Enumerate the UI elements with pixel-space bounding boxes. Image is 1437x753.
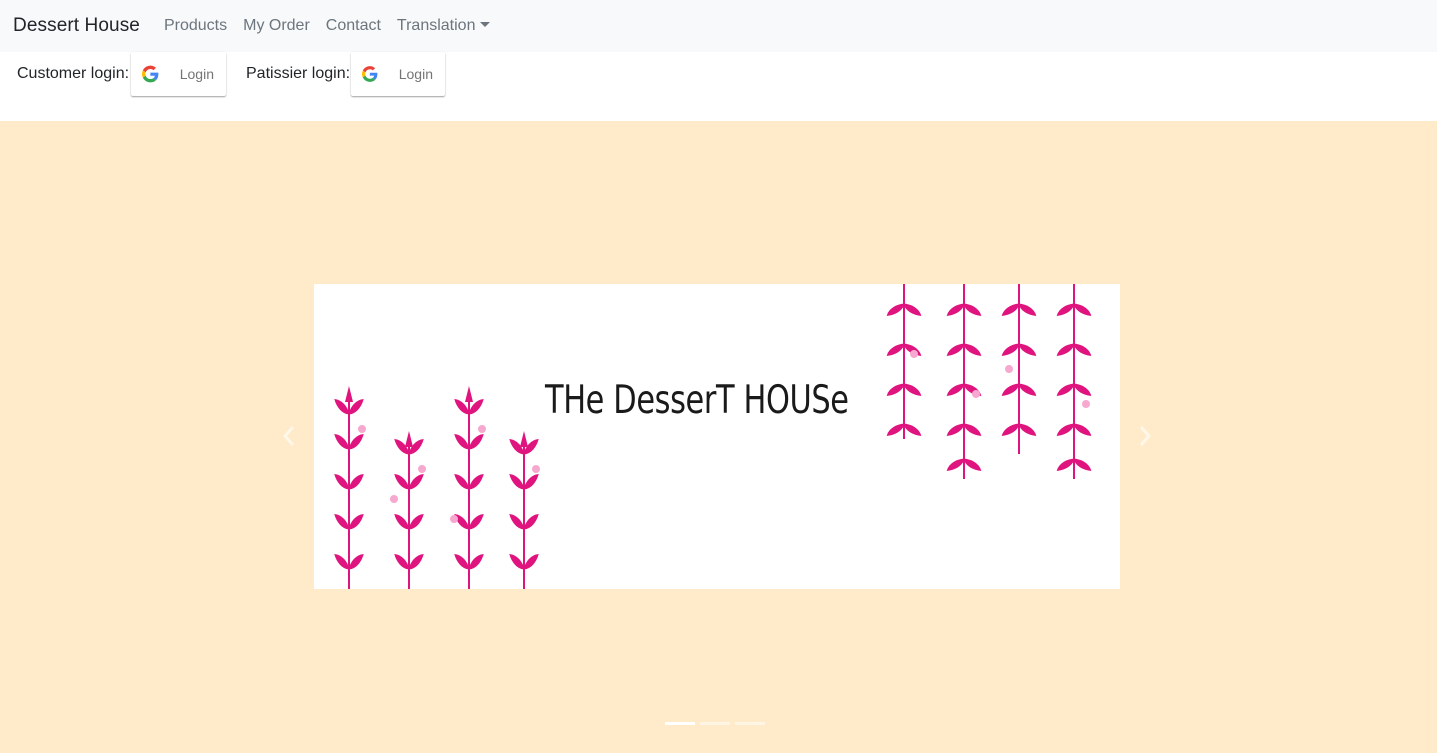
patissier-login-label: Patissier login: (246, 65, 351, 82)
chevron-right-icon (1139, 426, 1152, 446)
patissier-login-button-label: Login (398, 66, 433, 82)
carousel-indicators (665, 722, 765, 725)
carousel-indicator-1[interactable] (665, 722, 695, 725)
translation-dropdown[interactable]: Translation (397, 17, 491, 35)
customer-google-login-button[interactable]: Login (131, 52, 226, 96)
carousel-prev-button[interactable] (279, 421, 299, 451)
nav-link-contact[interactable]: Contact (326, 17, 381, 35)
google-icon (362, 66, 378, 82)
carousel-next-button[interactable] (1135, 421, 1155, 451)
navbar: Dessert House Products My Order Contact … (0, 0, 1437, 52)
chevron-left-icon (282, 426, 295, 446)
floral-decoration (331, 284, 1093, 589)
caret-down-icon (480, 22, 491, 27)
nav-link-products[interactable]: Products (164, 17, 227, 35)
carousel-slide-image: THe DesserT HOUSe (314, 284, 1120, 589)
customer-login-label: Customer login: (17, 65, 130, 82)
carousel-indicator-2[interactable] (700, 722, 730, 725)
carousel: THe DesserT HOUSe (0, 121, 1437, 753)
nav-link-my-order[interactable]: My Order (243, 17, 310, 35)
patissier-google-login-button[interactable]: Login (351, 52, 445, 96)
google-icon (142, 65, 159, 83)
brand-link[interactable]: Dessert House (13, 15, 140, 37)
slide-title: THe DesserT HOUSe (545, 378, 849, 423)
customer-login-button-label: Login (179, 66, 214, 82)
translation-dropdown-label: Translation (396, 17, 476, 34)
carousel-indicator-3[interactable] (735, 722, 765, 725)
